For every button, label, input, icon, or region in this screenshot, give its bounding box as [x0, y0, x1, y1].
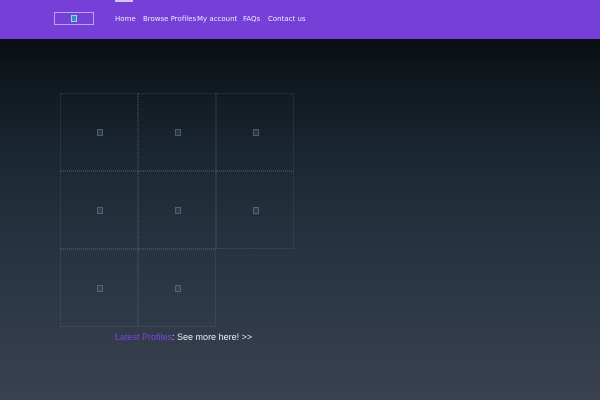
broken-image-icon — [97, 285, 103, 292]
profile-thumbnail[interactable] — [138, 249, 216, 327]
see-more-link[interactable]: : See more here! >> — [172, 332, 252, 342]
nav-contact-us[interactable]: Contact us — [268, 14, 306, 24]
nav-faqs[interactable]: FAQs — [243, 14, 260, 24]
broken-image-icon — [253, 129, 259, 136]
top-navbar: Home Browse Profiles My account FAQs Con… — [0, 0, 600, 39]
profile-thumbnail[interactable] — [60, 93, 138, 171]
broken-image-icon — [175, 285, 181, 292]
broken-image-icon — [175, 129, 181, 136]
broken-image-icon — [175, 207, 181, 214]
see-more-link-text[interactable]: See more here! >> — [177, 332, 252, 342]
profile-thumbnail[interactable] — [138, 171, 216, 249]
profiles-grid — [60, 93, 294, 327]
nav-my-account[interactable]: My account — [197, 14, 237, 24]
broken-image-icon — [97, 207, 103, 214]
profile-thumbnail[interactable] — [60, 249, 138, 327]
broken-image-icon — [253, 207, 259, 214]
profile-thumbnail[interactable] — [216, 93, 294, 171]
nav-browse-profiles[interactable]: Browse Profiles — [143, 14, 196, 24]
latest-profiles-line: Latest Profiles: See more here! >> — [115, 332, 252, 343]
profile-thumbnail[interactable] — [60, 171, 138, 249]
main-nav: Home Browse Profiles My account FAQs Con… — [0, 0, 600, 39]
profile-thumbnail[interactable] — [138, 93, 216, 171]
profile-thumbnail[interactable] — [216, 171, 294, 249]
latest-profiles-label: Latest Profiles — [115, 332, 173, 342]
broken-image-icon — [97, 129, 103, 136]
nav-home[interactable]: Home — [115, 14, 136, 24]
